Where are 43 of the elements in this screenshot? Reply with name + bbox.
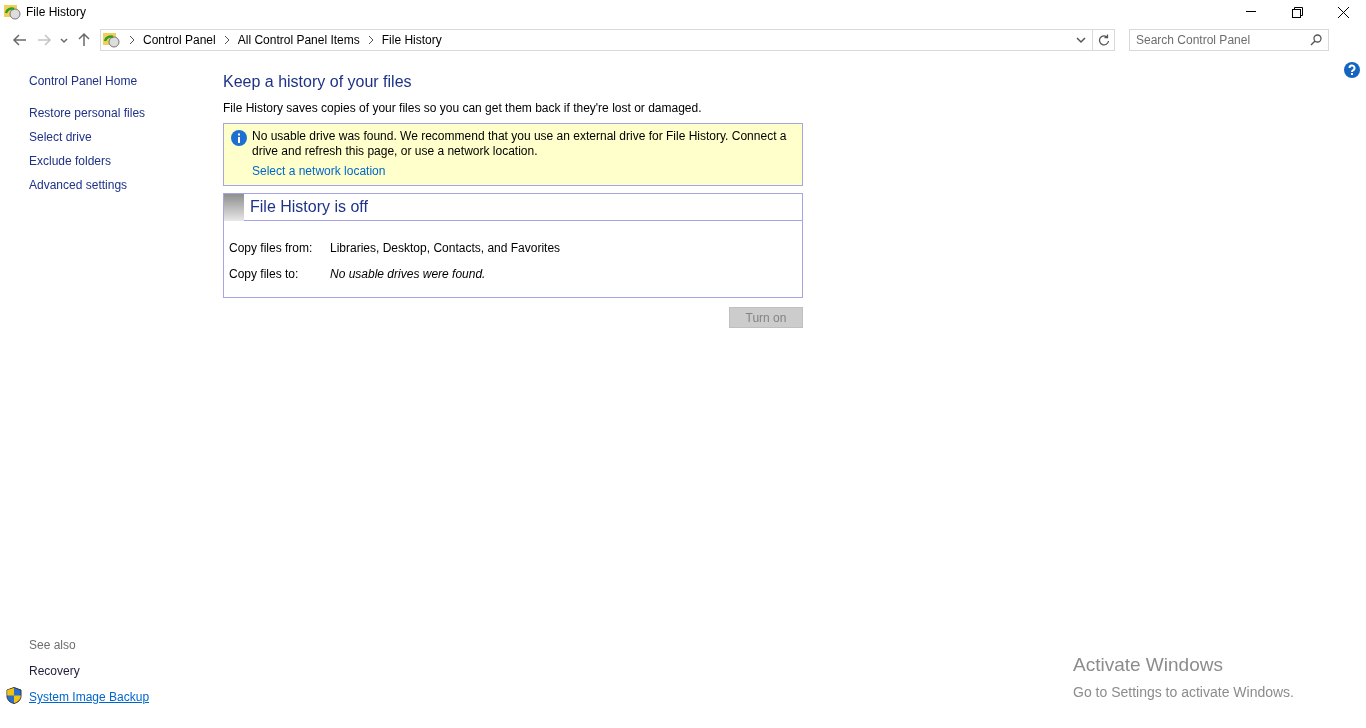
- activation-message: Go to Settings to activate Windows.: [1073, 682, 1294, 702]
- breadcrumb[interactable]: Control Panel: [143, 31, 216, 49]
- breadcrumb[interactable]: File History: [381, 31, 442, 49]
- field-label: Copy files from:: [229, 240, 314, 257]
- sidebar-link[interactable]: Advanced settings: [29, 176, 223, 194]
- window-title: File History: [26, 4, 86, 21]
- search-field[interactable]: Search Control Panel: [1129, 29, 1329, 51]
- chevron-right-icon: [367, 36, 374, 44]
- file-history-icon: [103, 32, 121, 48]
- chevron-right-icon: [223, 36, 230, 44]
- chevron-down-icon[interactable]: [1076, 36, 1086, 44]
- see-also-link[interactable]: System Image Backup: [29, 690, 150, 704]
- app-icon: [4, 4, 22, 20]
- page-description: File History saves copies of your files so you can get them back if they're lost or damaged.: [223, 100, 703, 117]
- info-icon: [231, 130, 247, 146]
- notice-message: No usable drive was found. We recommend that you use an external drive for File History. Connect a drive and refresh this page, or use a network location.: [252, 129, 788, 159]
- breadcrumb[interactable]: All Control Panel Items: [237, 31, 360, 49]
- sidebar-link[interactable]: Restore personal files: [29, 104, 223, 122]
- see-also-heading: See also: [29, 637, 77, 654]
- network-location-link[interactable]: Select a network location: [252, 162, 386, 180]
- arrow-icon: [36, 32, 52, 48]
- field-value: Libraries, Desktop, Contacts, and Favorites: [330, 240, 561, 257]
- field-value: No usable drives were found.: [330, 266, 486, 283]
- activation-title: Activate Windows: [1073, 653, 1224, 677]
- chevron-right-icon: [129, 36, 135, 44]
- restore-icon: [1291, 6, 1303, 18]
- shield-icon: [6, 687, 22, 704]
- sidebar-link[interactable]: Control Panel Home: [29, 72, 223, 90]
- search-icon: [1310, 34, 1322, 46]
- arrow-icon: [76, 32, 92, 48]
- close-icon: [1337, 6, 1349, 18]
- field-label: Copy files to:: [229, 266, 300, 283]
- arrow-icon: [12, 32, 28, 48]
- sidebar-link[interactable]: Select drive: [29, 128, 223, 146]
- page-heading: Keep a history of your files: [223, 72, 413, 92]
- status-title: File History is off: [250, 197, 368, 217]
- address-bar[interactable]: Control Panel All Control Panel Items File History: [100, 29, 1115, 51]
- sidebar-link[interactable]: Exclude folders: [29, 152, 223, 170]
- see-also-link[interactable]: Recovery: [29, 664, 80, 678]
- status-indicator: [224, 193, 244, 221]
- minimize-icon: [1246, 11, 1256, 13]
- help-icon[interactable]: [1344, 62, 1360, 78]
- refresh-icon: [1097, 34, 1110, 46]
